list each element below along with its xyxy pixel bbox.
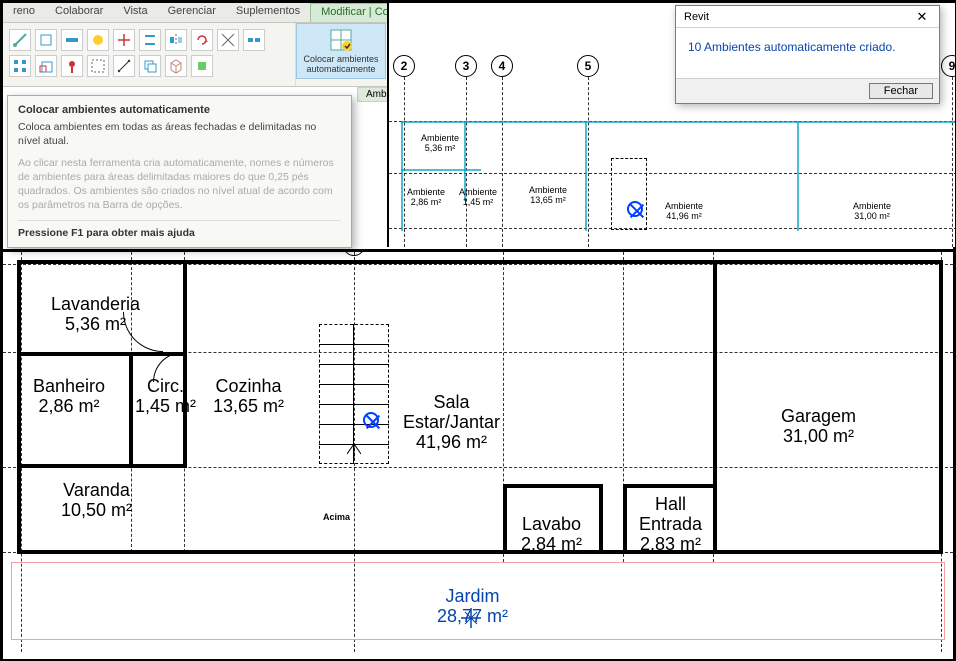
room-lavanderia[interactable]: Lavanderia5,36 m²: [51, 294, 140, 334]
room-cozinha[interactable]: Cozinha13,65 m²: [213, 376, 284, 416]
tooltip: Colocar ambientes automaticamente Coloca…: [7, 95, 352, 248]
paint-icon[interactable]: [87, 29, 109, 51]
split-icon[interactable]: [243, 29, 265, 51]
place-rooms-auto-button[interactable]: Colocar ambientes automaticamente: [296, 23, 386, 79]
tooltip-title: Colocar ambientes automaticamente: [18, 104, 341, 116]
tooltip-body: Coloca ambientes em todas as áreas fecha…: [18, 120, 341, 148]
mirror-icon[interactable]: [165, 29, 187, 51]
room-garagem[interactable]: Garagem31,00 m²: [781, 406, 856, 446]
room-ambiente-6[interactable]: Ambiente31,00 m²: [853, 201, 891, 221]
stair-acima-label: Acima: [323, 512, 350, 522]
grid-bubble-4[interactable]: 4: [491, 55, 513, 77]
group-icon[interactable]: [87, 55, 109, 77]
room-ambiente-1[interactable]: Ambiente5,36 m²: [421, 133, 459, 153]
canvas-main-plan[interactable]: 8 Acima Lavanderia5,36 m² Banhei: [3, 249, 953, 659]
room-ref-icon: [627, 201, 643, 217]
room-ambiente-2[interactable]: Ambiente2,86 m²: [407, 187, 445, 207]
trim-icon[interactable]: [217, 29, 239, 51]
place-rooms-auto-label: Colocar ambientes automaticamente: [303, 54, 378, 74]
room-hall[interactable]: HallEntrada2,83 m²: [639, 494, 702, 554]
room-lavabo[interactable]: Lavabo2,84 m²: [521, 514, 582, 554]
dialog-close-button[interactable]: Fechar: [869, 83, 933, 99]
grid-bubble-9[interactable]: 9: [941, 55, 955, 77]
rooms-auto-icon: [329, 28, 353, 52]
modify-icon[interactable]: [9, 29, 31, 51]
ribbon-mini-icons: [9, 27, 289, 77]
ribbon-group-edit: [3, 23, 296, 86]
filter-icon[interactable]: [191, 55, 213, 77]
tooltip-detail: Ao clicar nesta ferramenta cria automati…: [18, 156, 341, 212]
room-banheiro[interactable]: Banheiro2,86 m²: [33, 376, 105, 416]
dialog-titlebar[interactable]: Revit ✕: [676, 6, 939, 28]
rotate-icon[interactable]: [191, 29, 213, 51]
tab-gerenciar[interactable]: Gerenciar: [158, 3, 226, 22]
room-ambiente-5[interactable]: Ambiente41,96 m²: [665, 201, 703, 221]
room-ref-icon-main: [363, 412, 379, 428]
revit-dialog: Revit ✕ 10 Ambientes automaticamente cri…: [675, 5, 940, 104]
measure-icon[interactable]: [113, 55, 135, 77]
tab-vista[interactable]: Vista: [113, 3, 157, 22]
dialog-message: 10 Ambientes automaticamente criado.: [676, 28, 939, 78]
grid-bubble-5[interactable]: 5: [577, 55, 599, 77]
tab-suplementos[interactable]: Suplementos: [226, 3, 310, 22]
cut-icon[interactable]: [35, 29, 57, 51]
room-ambiente-4[interactable]: Ambiente13,65 m²: [529, 185, 567, 205]
grid-bubble-3[interactable]: 3: [455, 55, 477, 77]
pin-icon[interactable]: [61, 55, 83, 77]
offset-icon[interactable]: [139, 29, 161, 51]
scale-icon[interactable]: [35, 55, 57, 77]
room-ambiente-3[interactable]: Ambiente1,45 m²: [459, 187, 497, 207]
box-icon[interactable]: [165, 55, 187, 77]
align-icon[interactable]: [113, 29, 135, 51]
room-circ[interactable]: Circ.1,45 m²: [135, 376, 196, 416]
room-cross-icon: [461, 608, 481, 628]
grid-bubble-2[interactable]: 2: [393, 55, 415, 77]
dialog-footer: Fechar: [676, 78, 939, 103]
tab-colaborar[interactable]: Colaborar: [45, 3, 113, 22]
tab-reno[interactable]: reno: [3, 3, 45, 22]
join-icon[interactable]: [61, 29, 83, 51]
tooltip-help: Pressione F1 para obter mais ajuda: [18, 220, 341, 239]
room-varanda[interactable]: Varanda10,50 m²: [61, 480, 132, 520]
dialog-title: Revit: [684, 11, 709, 23]
array-icon[interactable]: [9, 55, 31, 77]
copy-icon[interactable]: [139, 55, 161, 77]
room-sala[interactable]: SalaEstar/Jantar41,96 m²: [403, 392, 500, 452]
close-icon[interactable]: ✕: [909, 9, 935, 25]
